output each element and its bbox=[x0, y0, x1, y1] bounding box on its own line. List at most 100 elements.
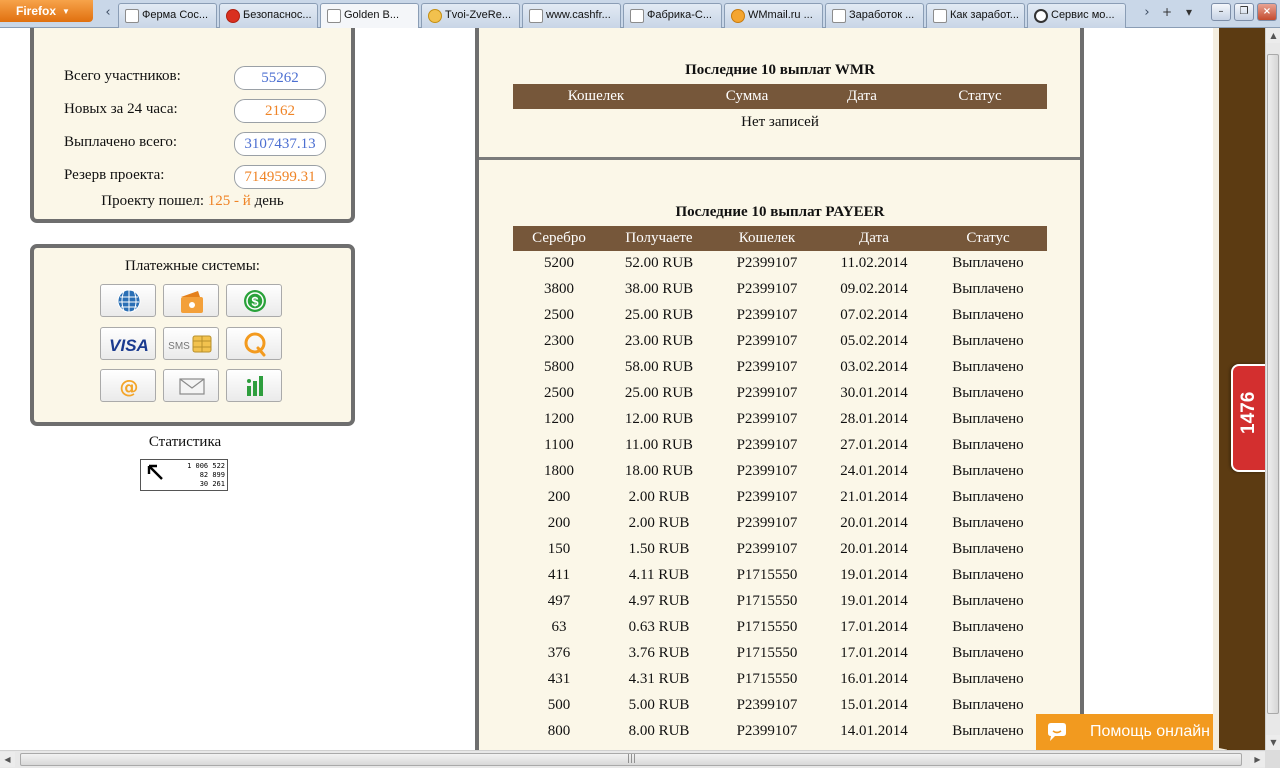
browser-tab-title: www.cashfr... bbox=[546, 9, 611, 21]
browser-tab[interactable]: Как заработ... bbox=[926, 3, 1025, 28]
payeer-cell-silver: 5200 bbox=[544, 255, 574, 271]
webmoney-button[interactable] bbox=[100, 284, 156, 317]
stat-paid-total-label: Выплачено всего: bbox=[64, 134, 178, 150]
yandex-money-button[interactable] bbox=[163, 284, 219, 317]
torn-edge-decoration bbox=[1213, 28, 1227, 750]
browser-tab[interactable]: Фабрика-С... bbox=[623, 3, 722, 28]
payeer-cell-silver: 2500 bbox=[544, 307, 574, 323]
browser-tab-title: Как заработ... bbox=[950, 9, 1019, 21]
payeer-cell-status: Выплачено bbox=[952, 567, 1024, 583]
browser-tab-title: Заработок ... bbox=[849, 9, 915, 21]
mail-money-button[interactable]: @ bbox=[100, 369, 156, 402]
qiwi-icon bbox=[244, 332, 266, 357]
page-viewport: Всего участников: 55262 Новых за 24 часа… bbox=[0, 28, 1265, 750]
main-content: Последние 10 выплат WMR Кошелек Сумма Да… bbox=[475, 28, 1084, 750]
payeer-cell-receive: 0.63 RUB bbox=[628, 619, 690, 635]
payeer-cell-wallet: P2399107 bbox=[736, 307, 798, 323]
table-row: 500 5.00 RUB P2399107 15.01.2014 Выплачено bbox=[513, 694, 1047, 720]
circle-c-icon bbox=[1034, 9, 1048, 23]
liberty-dollar-button[interactable]: $ bbox=[226, 284, 282, 317]
new-tab-button[interactable]: + bbox=[1156, 3, 1178, 22]
payeer-col-silver: Серебро bbox=[532, 230, 586, 246]
browser-tab[interactable]: Безопаснос... bbox=[219, 3, 318, 28]
page-icon bbox=[529, 9, 543, 23]
browser-tab[interactable]: Заработок ... bbox=[825, 3, 924, 28]
qiwi-button[interactable] bbox=[226, 327, 282, 360]
svg-text:$: $ bbox=[251, 294, 259, 309]
table-row: 2500 25.00 RUB P2399107 07.02.2014 Выплачено bbox=[513, 304, 1047, 330]
table-row: 411 4.11 RUB P1715550 19.01.2014 Выплачено bbox=[513, 564, 1047, 590]
payeer-cell-date: 14.01.2014 bbox=[840, 723, 908, 739]
tab-bar: Firefox ▼ ‹ Ферма Сос... Безопаснос... Gold… bbox=[0, 0, 1280, 28]
horizontal-scrollbar[interactable]: ◀ ||| ▶ bbox=[0, 750, 1265, 768]
payeer-cell-date: 09.02.2014 bbox=[840, 281, 908, 297]
minimize-button[interactable]: – bbox=[1211, 3, 1231, 21]
payeer-cell-receive: 38.00 RUB bbox=[624, 281, 694, 297]
payment-systems-panel: Платежные системы: $ VISA SMS @ bbox=[30, 244, 355, 426]
payeer-cell-receive: 1.50 RUB bbox=[628, 541, 690, 557]
stat-new-24h-value: 2162 bbox=[234, 99, 326, 123]
scroll-left-icon[interactable]: ◀ bbox=[0, 752, 15, 767]
side-counter-badge[interactable]: 1476 bbox=[1231, 364, 1265, 472]
payeer-cell-date: 28.01.2014 bbox=[840, 411, 908, 427]
payeer-cell-receive: 3.76 RUB bbox=[628, 645, 690, 661]
wmr-empty-message: Нет записей bbox=[741, 114, 819, 130]
project-days-value: 125 - й bbox=[207, 193, 251, 209]
visa-button[interactable]: VISA bbox=[100, 327, 156, 360]
payeer-cell-silver: 5800 bbox=[544, 359, 574, 375]
statistics-caption: Статистика bbox=[148, 434, 222, 450]
browser-tab[interactable]: www.cashfr... bbox=[522, 3, 621, 28]
browser-tab[interactable]: Сервис мо... bbox=[1027, 3, 1126, 28]
horizontal-scroll-thumb[interactable]: ||| bbox=[20, 753, 1242, 766]
browser-tab[interactable]: WMmail.ru ... bbox=[724, 3, 823, 28]
liveinternet-counter[interactable]: 1 006 522 82 899 30 261 bbox=[140, 459, 228, 491]
page-icon bbox=[327, 9, 341, 23]
vertical-scroll-thumb[interactable] bbox=[1267, 54, 1279, 714]
payeer-cell-date: 27.01.2014 bbox=[840, 437, 908, 453]
table-row: 1800 18.00 RUB P2399107 24.01.2014 Выплачено bbox=[513, 460, 1047, 486]
browser-tab[interactable]: Golden B... bbox=[320, 3, 419, 28]
sms-icon: SMS bbox=[168, 335, 212, 353]
browser-tab[interactable]: Ферма Сос... bbox=[118, 3, 217, 28]
payeer-cell-silver: 800 bbox=[547, 723, 571, 739]
scroll-up-icon[interactable]: ▲ bbox=[1266, 28, 1280, 43]
scroll-down-icon[interactable]: ▼ bbox=[1266, 735, 1280, 750]
payeer-cell-status: Выплачено bbox=[952, 281, 1024, 297]
table-row: 431 4.31 RUB P1715550 16.01.2014 Выплачено bbox=[513, 668, 1047, 694]
stat-paid-total-value: 3107437.13 bbox=[234, 132, 326, 156]
payeer-cell-receive: 4.97 RUB bbox=[628, 593, 690, 609]
payeer-cell-silver: 497 bbox=[547, 593, 571, 609]
payeer-cell-status: Выплачено bbox=[952, 307, 1024, 323]
vertical-scrollbar[interactable]: ▲ ▼ bbox=[1265, 28, 1280, 750]
mobile-payment-button[interactable] bbox=[226, 369, 282, 402]
list-all-tabs-button[interactable]: ▾ bbox=[1178, 3, 1200, 22]
payeer-col-date: Дата bbox=[859, 230, 889, 246]
payeer-cell-receive: 2.00 RUB bbox=[628, 515, 690, 531]
arrow-up-left-icon bbox=[147, 464, 163, 480]
payeer-cell-wallet: P2399107 bbox=[736, 723, 798, 739]
restore-button[interactable]: ❐ bbox=[1234, 3, 1254, 21]
payeer-table-header: Серебро Получаете Кошелек Дата Статус bbox=[513, 226, 1047, 251]
table-row: 5200 52.00 RUB P2399107 11.02.2014 Выплачено bbox=[513, 252, 1047, 278]
payeer-cell-date: 19.01.2014 bbox=[840, 593, 908, 609]
payment-systems-title: Платежные системы: bbox=[125, 258, 260, 274]
counter-line: 1 006 522 bbox=[187, 462, 225, 470]
svg-text:SMS: SMS bbox=[168, 341, 190, 352]
payeer-cell-silver: 1800 bbox=[544, 463, 574, 479]
payeer-cell-date: 17.01.2014 bbox=[840, 619, 908, 635]
payeer-cell-status: Выплачено bbox=[952, 489, 1024, 505]
section-divider bbox=[479, 157, 1080, 160]
payeer-cell-date: 16.01.2014 bbox=[840, 671, 908, 687]
payeer-cell-date: 17.01.2014 bbox=[840, 645, 908, 661]
tabs-scroll-right-icon[interactable]: › bbox=[1138, 3, 1156, 23]
online-help-button[interactable]: Помощь онлайн bbox=[1036, 714, 1213, 750]
postal-transfer-button[interactable] bbox=[163, 369, 219, 402]
sms-button[interactable]: SMS bbox=[163, 327, 219, 360]
firefox-menu-button[interactable]: Firefox ▼ bbox=[0, 0, 93, 22]
payeer-cell-wallet: P2399107 bbox=[736, 411, 798, 427]
browser-tab[interactable]: Tvoi-ZveRe... bbox=[421, 3, 520, 28]
browser-tab-title: Безопаснос... bbox=[243, 9, 312, 21]
close-window-button[interactable]: × bbox=[1257, 3, 1277, 21]
tabs-scroll-left-icon[interactable]: ‹ bbox=[99, 3, 117, 23]
scroll-right-icon[interactable]: ▶ bbox=[1250, 752, 1265, 767]
